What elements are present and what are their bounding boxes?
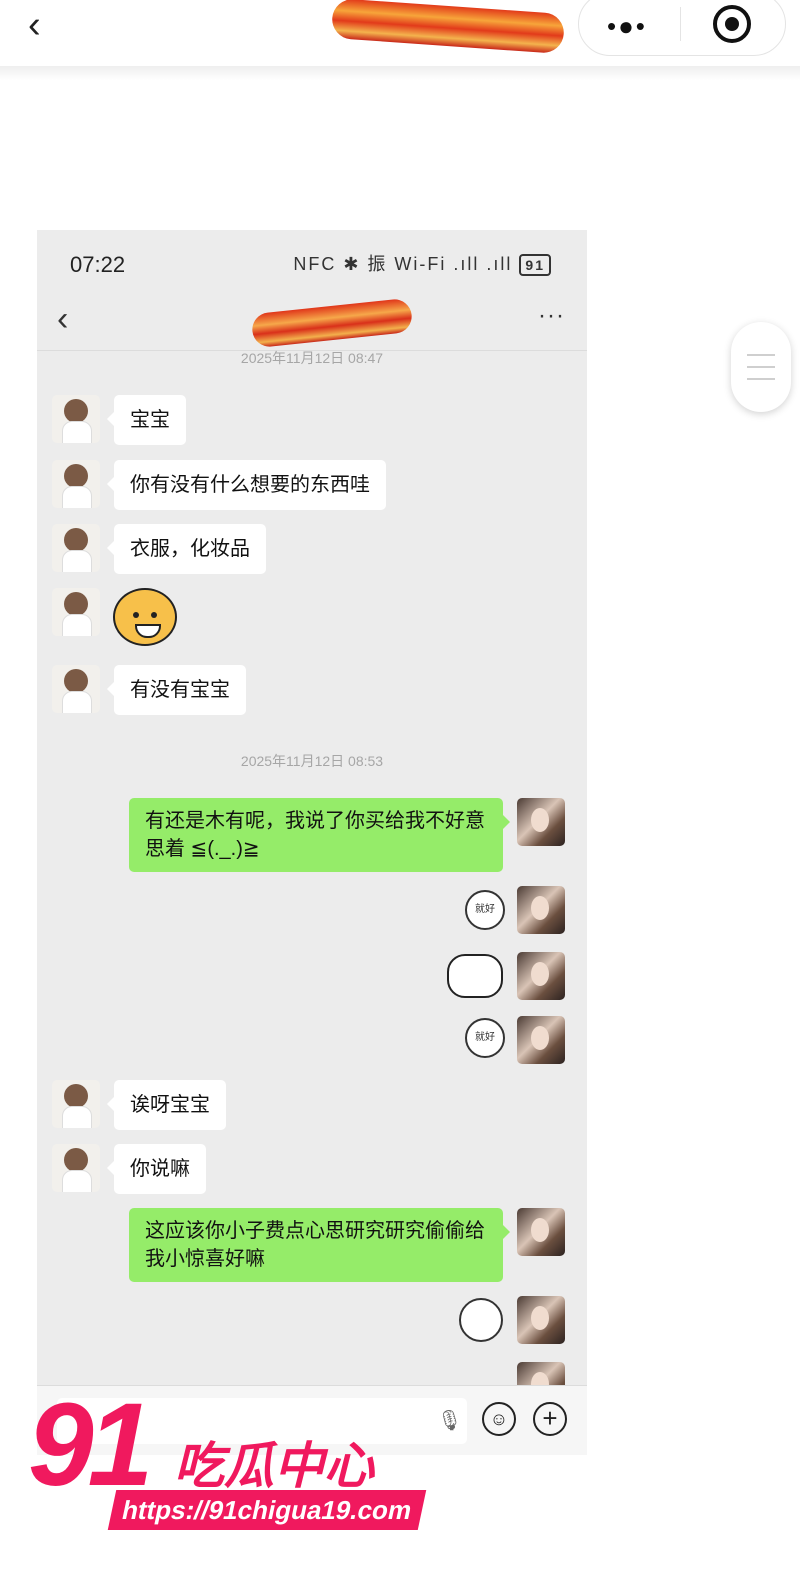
- watermark-title: 吃瓜中心: [174, 1438, 374, 1494]
- avatar-contact[interactable]: [52, 395, 100, 443]
- avatar-self[interactable]: [517, 952, 565, 1000]
- avatar-contact[interactable]: [52, 524, 100, 572]
- avatar-contact[interactable]: [52, 665, 100, 713]
- message-bubble-left: 你有没有什么想要的东西哇: [107, 460, 386, 510]
- status-time: 07:22: [70, 252, 126, 277]
- avatar-self[interactable]: [517, 1208, 565, 1256]
- message-bubble-left: 你说嘛: [107, 1144, 206, 1194]
- message-bubble-left: 有没有宝宝: [107, 665, 246, 715]
- message-bubble-right: 有还是木有呢，我说了你买给我不好意思着 ≦(._.)≧: [129, 798, 510, 872]
- timestamp: 2025年11月12日 08:53: [240, 753, 384, 769]
- capsule-menu: •●•: [578, 0, 786, 56]
- avatar-self[interactable]: [517, 1016, 565, 1064]
- status-bar: 07:22 NFC ✱ 振 Wi-Fi .ıll .ıll 91: [37, 230, 587, 296]
- watermark-url: https://91chigua19.com: [107, 1490, 427, 1530]
- rabbit-sticker: [459, 1298, 503, 1342]
- plus-icon[interactable]: +: [533, 1402, 567, 1436]
- message-bubble-left: 诶呀宝宝: [107, 1080, 226, 1130]
- avatar-self[interactable]: [517, 1296, 565, 1344]
- chat-screenshot: 07:22 NFC ✱ 振 Wi-Fi .ıll .ıll 91 ‹ ··· 2…: [37, 230, 587, 1455]
- signal-icons: NFC ✱ 振 Wi-Fi .ıll .ıll: [293, 254, 513, 274]
- message-bubble-left: 衣服，化妆品: [107, 524, 266, 574]
- record-target-icon[interactable]: [713, 5, 751, 43]
- message-bubble-right: 这应该你小子费点心思研究研究偷偷给我小惊喜好嘛: [129, 1208, 510, 1282]
- emoji-icon[interactable]: ☺: [482, 1402, 516, 1436]
- watermark-number: 91: [28, 1379, 153, 1511]
- bear-sticker: [113, 588, 177, 646]
- site-watermark: 91 吃瓜中心 https://91chigua19.com: [28, 1379, 427, 1536]
- microphone-icon[interactable]: 🎙︎: [437, 1408, 462, 1433]
- header-shadow: [0, 66, 800, 80]
- avatar-self[interactable]: [517, 886, 565, 934]
- avatar-self[interactable]: [517, 798, 565, 846]
- avatar-contact[interactable]: [52, 1080, 100, 1128]
- outer-header: ‹ •●•: [0, 0, 800, 67]
- timestamp: 2025年11月12日 08:47: [240, 350, 384, 366]
- redacted-contact-name: [250, 297, 414, 349]
- avatar-contact[interactable]: [52, 588, 100, 636]
- chat-back-icon[interactable]: ‹: [57, 300, 68, 339]
- hug-sticker: [447, 954, 503, 998]
- more-dots-icon[interactable]: •●•: [607, 11, 647, 42]
- doodle-sticker: 就好: [465, 890, 505, 930]
- redacted-title: [330, 0, 566, 55]
- avatar-contact[interactable]: [52, 460, 100, 508]
- chat-header: ‹ ···: [37, 296, 587, 351]
- battery-icon: 91: [519, 254, 551, 276]
- back-icon[interactable]: ‹: [28, 6, 41, 44]
- message-bubble-left: 宝宝: [107, 395, 186, 445]
- avatar-contact[interactable]: [52, 1144, 100, 1192]
- chat-more-button[interactable]: ···: [538, 302, 565, 330]
- side-drawer-handle[interactable]: [731, 322, 791, 412]
- status-icons: NFC ✱ 振 Wi-Fi .ıll .ıll 91: [293, 250, 551, 276]
- doodle-sticker: 就好: [465, 1018, 505, 1058]
- capsule-divider: [680, 7, 681, 41]
